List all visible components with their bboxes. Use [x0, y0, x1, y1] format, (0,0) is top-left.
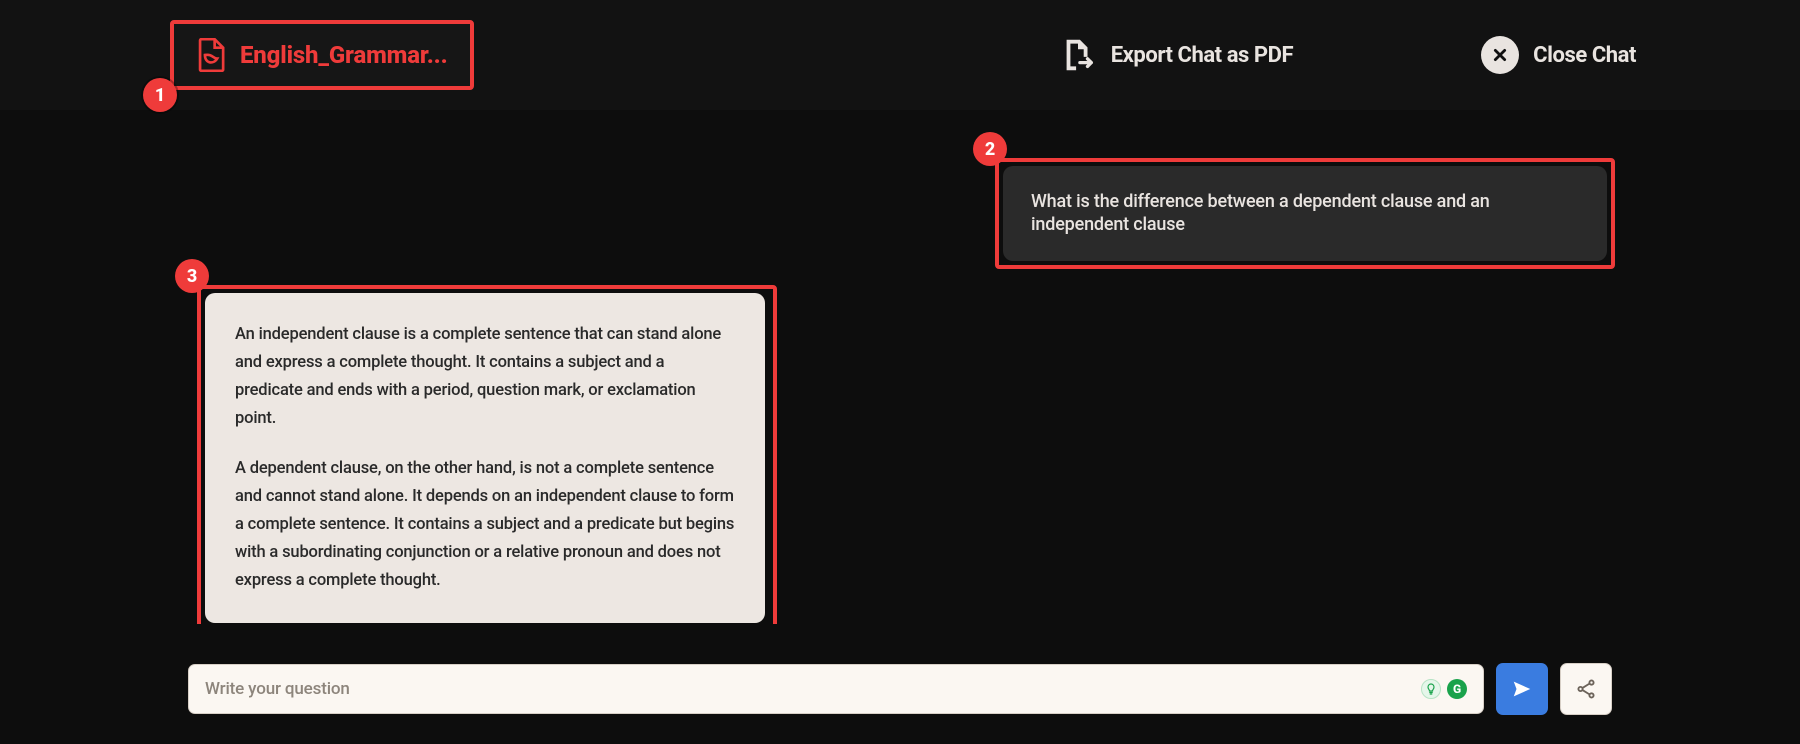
- send-icon: [1511, 678, 1533, 700]
- close-label: Close Chat: [1533, 43, 1636, 68]
- bot-message-wrap: 3 An independent clause is a complete se…: [197, 285, 777, 624]
- grammarly-icon: G: [1447, 679, 1467, 699]
- grammarly-widget[interactable]: G: [1421, 679, 1467, 699]
- callout-badge-3: 3: [175, 259, 209, 293]
- close-chat-button[interactable]: Close Chat: [1467, 26, 1650, 84]
- share-icon: [1575, 678, 1597, 700]
- export-icon: [1059, 36, 1097, 74]
- bot-message-highlight: An independent clause is a complete sent…: [197, 285, 777, 624]
- question-input[interactable]: Write your question G: [188, 664, 1484, 714]
- user-message-wrap: 2 What is the difference between a depen…: [995, 158, 1615, 269]
- pdf-file-icon: [196, 38, 226, 72]
- share-button[interactable]: [1560, 663, 1612, 715]
- send-button[interactable]: [1496, 663, 1548, 715]
- callout-badge-2: 2: [973, 132, 1007, 166]
- bot-paragraph-2: A dependent clause, on the other hand, i…: [235, 455, 735, 595]
- composer-bar: Write your question G: [188, 664, 1612, 714]
- file-chip-wrap: English_Grammar...: [170, 20, 474, 90]
- file-chip[interactable]: English_Grammar...: [170, 20, 474, 90]
- lightbulb-icon: [1421, 679, 1441, 699]
- bot-paragraph-1: An independent clause is a complete sent…: [235, 321, 735, 433]
- export-pdf-button[interactable]: Export Chat as PDF: [1045, 26, 1307, 84]
- user-message-highlight: What is the difference between a depende…: [995, 158, 1615, 269]
- close-icon: [1481, 36, 1519, 74]
- chat-area: 2 What is the difference between a depen…: [0, 110, 1800, 624]
- input-placeholder: Write your question: [205, 679, 350, 699]
- bot-message-bubble[interactable]: An independent clause is a complete sent…: [205, 293, 765, 623]
- user-message-text: What is the difference between a depende…: [1031, 191, 1490, 235]
- header-bar: English_Grammar... Export Chat as PDF Cl…: [0, 0, 1800, 110]
- user-message-bubble[interactable]: What is the difference between a depende…: [1003, 166, 1607, 261]
- export-label: Export Chat as PDF: [1111, 43, 1293, 68]
- file-name-label: English_Grammar...: [240, 41, 448, 69]
- callout-badge-1: 1: [143, 78, 177, 112]
